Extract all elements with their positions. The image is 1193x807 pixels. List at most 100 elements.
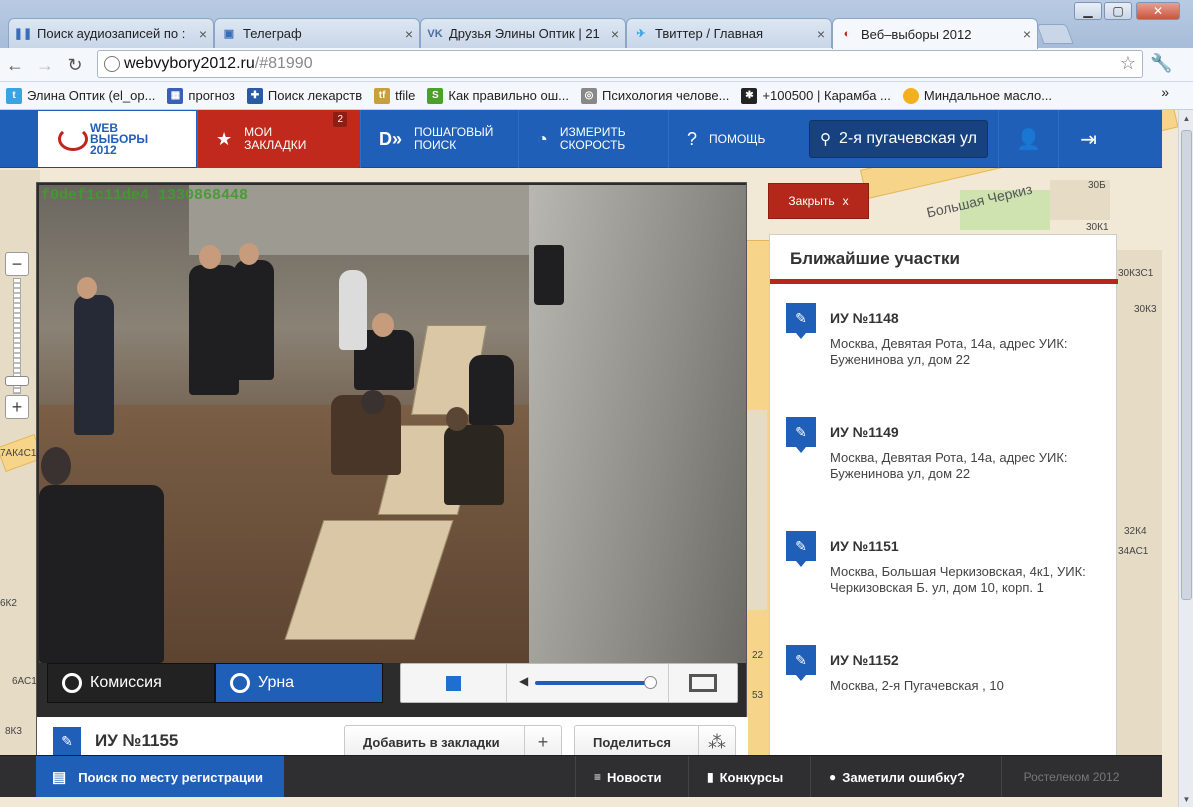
bookmark-item[interactable]: ✚ Поиск лекарств <box>246 87 362 104</box>
bookmark-item[interactable]: ◎ Психология челове... <box>581 87 729 104</box>
bookmark-item[interactable]: tf tfile <box>374 87 415 104</box>
bookmark-item[interactable]: Миндальное масло... <box>902 87 1052 104</box>
logo-line: 2012 <box>90 142 117 157</box>
steps-icon: D» <box>379 128 403 149</box>
bookmark-label: +100500 | Карамба ... <box>762 88 891 103</box>
video-scene <box>234 260 274 380</box>
ballot-icon: ✎ <box>786 531 816 567</box>
camera-commission-button[interactable]: Комиссия <box>47 663 215 703</box>
camera-label: Урна <box>258 674 295 691</box>
station-name[interactable]: ИУ №1151 <box>830 538 899 554</box>
footer-news-link[interactable]: ≡ Новости <box>575 756 680 798</box>
nav-step-search[interactable]: D» ПОШАГОВЫЙ ПОИСК <box>360 110 518 168</box>
map-label: 32К4 <box>1124 526 1147 537</box>
bookmark-item[interactable]: ▦ прогноз <box>167 87 235 104</box>
nav-help[interactable]: ? ПОМОЩЬ <box>668 110 798 168</box>
footer-contests-link[interactable]: ▮ Конкурсы <box>688 756 801 798</box>
bookmark-star-icon[interactable]: ☆ <box>1120 53 1136 74</box>
address-search-input[interactable]: ⚲ 2-я пугачевская ул <box>809 120 988 158</box>
address-bar[interactable]: webvybory2012.ru/#81990 ☆ <box>97 50 1143 78</box>
bookmark-item[interactable]: t Элина Оптик (el_op... <box>6 87 155 104</box>
tab-telegraph[interactable]: ▣ Телеграф × <box>214 18 420 48</box>
station-address: Москва, 2-я Пугачевская , 10 <box>830 678 1004 693</box>
station-item[interactable]: ✎ ИУ №1152 Москва, 2-я Пугачевская , 10 <box>770 645 1118 745</box>
page: Большая Черкиз 30Б 30К1 30К3С1 30К3 32К4… <box>0 110 1178 807</box>
tab-strip: ❚❚ Поиск аудиозаписей по : × ▣ Телеграф … <box>0 0 1193 49</box>
scrollbar-thumb[interactable] <box>1181 130 1192 600</box>
close-icon[interactable]: × <box>1023 26 1031 42</box>
share-button[interactable]: Поделиться ⁂ <box>574 725 736 759</box>
add-bookmark-label: Добавить в закладки <box>363 734 500 750</box>
close-icon[interactable]: × <box>405 26 413 42</box>
video-scene <box>199 245 221 269</box>
zoom-slider-handle[interactable] <box>5 376 29 386</box>
volume-handle[interactable] <box>644 676 657 689</box>
tab-vk-friends[interactable]: VK Друзья Элины Оптик | 21 × <box>420 18 626 48</box>
wrench-icon[interactable]: 🔧 <box>1150 53 1172 74</box>
bookmark-item[interactable]: S Как правильно ош... <box>427 87 569 104</box>
window-close-button[interactable]: ✕ <box>1136 2 1180 20</box>
bookmarks-bar: t Элина Оптик (el_op... ▦ прогноз ✚ Поиск л… <box>0 82 1193 110</box>
station-name[interactable]: ИУ №1152 <box>830 652 899 668</box>
map-label: 30К1 <box>1086 222 1109 233</box>
video-scene <box>41 447 71 485</box>
search-value: 2-я пугачевская ул <box>839 130 977 147</box>
video-stream[interactable]: f0def1c11de4 1330868448 <box>39 185 746 663</box>
reload-icon[interactable]: ↻ <box>64 54 86 76</box>
copyright: Ростелеком 2012 <box>1001 756 1141 798</box>
more-bookmarks-icon[interactable]: » <box>1161 84 1169 100</box>
page-scrollbar[interactable]: ▲ ▼ <box>1178 110 1193 807</box>
tab-twitter[interactable]: ✈ Твиттер / Главная × <box>626 18 832 48</box>
map-zoom-control: − + <box>5 250 29 422</box>
back-icon[interactable]: ← <box>4 54 26 76</box>
scroll-up-icon[interactable]: ▲ <box>1179 110 1193 126</box>
station-item[interactable]: ✎ ИУ №1148 Москва, Девятая Рота, 14а, ад… <box>770 303 1118 403</box>
tab-label: Друзья Элины Оптик | 21 <box>449 26 600 41</box>
station-item[interactable]: ✎ ИУ №1151 Москва, Большая Черкизовская,… <box>770 531 1118 631</box>
registration-search-label: Поиск по месту регистрации <box>78 769 263 785</box>
forward-icon[interactable]: → <box>34 54 56 76</box>
map-label: 8К3 <box>5 726 22 737</box>
tab-label: Веб–выборы 2012 <box>861 26 972 42</box>
footer-report-error-link[interactable]: ● Заметили ошибку? <box>810 756 1001 798</box>
registration-search-button[interactable]: ▤ Поиск по месту регистрации <box>36 756 284 798</box>
bookmark-label: прогноз <box>188 88 235 103</box>
camera-urn-button[interactable]: Урна <box>215 663 383 703</box>
station-name[interactable]: ИУ №1148 <box>830 310 899 326</box>
zoom-out-button[interactable]: − <box>5 252 29 276</box>
station-name[interactable]: ИУ №1149 <box>830 424 899 440</box>
zoom-in-button[interactable]: + <box>5 395 29 419</box>
user-icon[interactable]: 👤 <box>998 110 1058 168</box>
share-label: Поделиться <box>593 734 672 750</box>
tab-audio-search[interactable]: ❚❚ Поиск аудиозаписей по : × <box>8 18 214 48</box>
minimize-button[interactable]: ▁ <box>1074 2 1102 20</box>
close-panel-button[interactable]: Закрыть x <box>768 183 869 219</box>
nav-my-bookmarks[interactable]: ★ МОИ ЗАКЛАДКИ 2 <box>197 110 359 168</box>
station-title: ИУ №1155 <box>95 731 179 750</box>
tv-icon: ✱ <box>741 87 758 104</box>
site-footer: ▤ Поиск по месту регистрации ≡ Новости ▮… <box>0 755 1162 798</box>
nav-speed-test[interactable]: ◔ ИЗМЕРИТЬ СКОРОСТЬ <box>518 110 668 168</box>
logout-icon[interactable]: ⇥ <box>1058 110 1118 168</box>
new-tab-button[interactable] <box>1036 24 1074 44</box>
close-icon[interactable]: × <box>817 26 825 42</box>
fullscreen-icon <box>689 674 717 692</box>
tab-webvybory[interactable]: ◐ Веб–выборы 2012 × <box>832 18 1038 49</box>
fullscreen-button[interactable] <box>669 664 737 702</box>
video-scene <box>372 313 394 337</box>
stop-button[interactable] <box>401 664 507 702</box>
add-bookmark-button[interactable]: Добавить в закладки + <box>344 725 562 759</box>
site-logo[interactable]: WEB ВЫБОРЫ 2012 <box>38 111 196 167</box>
close-icon[interactable]: × <box>199 26 207 42</box>
bookmark-item[interactable]: ✱ +100500 | Карамба ... <box>741 87 891 104</box>
panel-title: Ближайшие участки <box>790 249 960 268</box>
close-icon[interactable]: × <box>611 26 619 42</box>
footer-link-label: Конкурсы <box>719 769 784 785</box>
maximize-button[interactable]: ▢ <box>1104 2 1132 20</box>
scroll-down-icon[interactable]: ▼ <box>1179 791 1193 807</box>
webcam-icon <box>62 673 82 693</box>
vk-icon: VK <box>427 27 443 40</box>
volume-slider[interactable]: ◀ <box>509 664 669 702</box>
video-scene <box>74 295 114 435</box>
station-item[interactable]: ✎ ИУ №1149 Москва, Девятая Рота, 14а, ад… <box>770 417 1118 517</box>
